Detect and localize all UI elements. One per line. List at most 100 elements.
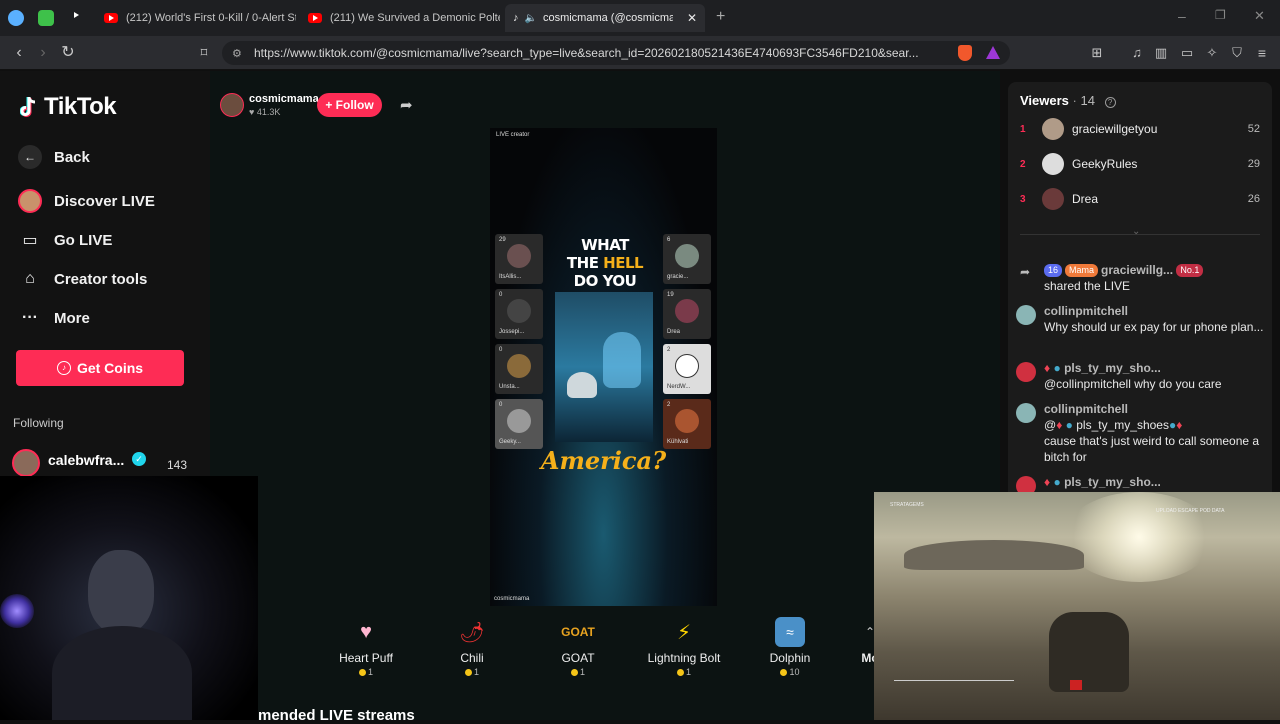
viewer-row[interactable]: 2 GeekyRules 29 — [1020, 153, 1260, 175]
video-footer-text: America? — [540, 446, 667, 475]
headline-line-2: THE HELL — [566, 254, 644, 272]
reload-icon[interactable]: ↻ — [59, 44, 77, 62]
headline-line-1: WHAT — [581, 236, 629, 254]
new-tab-button[interactable]: + — [716, 8, 725, 26]
youtube-pin-icon[interactable] — [69, 10, 77, 28]
vpn-icon[interactable]: ⛉ — [1228, 44, 1246, 62]
youtube-icon — [308, 13, 322, 23]
recommended-heading: mended LIVE streams — [258, 707, 415, 724]
gift-item-heart-puff[interactable]: ♥ Heart Puff 1 — [321, 617, 411, 678]
viewers-header: Viewers · 14 ? — [1020, 93, 1116, 108]
goat-icon: GOAT — [561, 625, 595, 639]
viewers-chat-panel: Viewers · 14 ? 1 graciewillgetyou 52 2 Geek… — [1008, 82, 1272, 502]
globe-icon: ● — [1053, 475, 1061, 489]
creator-name[interactable]: cosmicmama — [249, 93, 319, 105]
gift-item-goat[interactable]: GOAT GOAT 1 — [533, 617, 623, 677]
objective-label: UPLOAD ESCAPE POD DATA — [1156, 508, 1225, 514]
tab-tiktok[interactable]: ♪ 🔈 cosmicmama (@cosmicma ✕ — [505, 4, 705, 32]
restore-icon[interactable]: ❐ — [1215, 8, 1226, 22]
sidebar-item-creator-tools[interactable]: ⌂ Creator tools — [18, 267, 147, 291]
brave-shield-icon[interactable] — [958, 45, 972, 61]
guest-tile[interactable]: 2 Kühlvati — [663, 399, 711, 449]
sidebar-item-label: Go LIVE — [54, 231, 113, 249]
globe-icon: ● — [1065, 418, 1073, 432]
close-tab-icon[interactable]: ✕ — [687, 11, 697, 25]
guest-tile[interactable]: 29 ItsAllis... — [495, 234, 543, 284]
play-icon[interactable] — [38, 10, 54, 26]
share-icon: ➦ — [1020, 265, 1031, 279]
info-icon[interactable]: ? — [1104, 97, 1116, 108]
gift-item-dolphin[interactable]: ≈ Dolphin 10 — [745, 617, 835, 677]
bookmark-icon[interactable]: ⌑ — [195, 44, 213, 62]
guest-tile[interactable]: 0 Jossepi... — [495, 289, 543, 339]
viewer-row[interactable]: 3 Drea 26 — [1020, 188, 1260, 210]
site-settings-icon[interactable]: ⚙ — [232, 47, 242, 60]
guest-tile[interactable]: 2 NerdW... — [663, 344, 711, 394]
sidebar-item-go-live[interactable]: ▭ Go LIVE — [18, 228, 112, 252]
stratagems-label: STRATAGEMS — [890, 502, 924, 508]
youtube-icon — [104, 13, 118, 23]
close-window-icon[interactable]: ✕ — [1254, 8, 1265, 24]
heart-icon: ♥ — [249, 107, 255, 117]
guest-tile[interactable]: 0 Unsta... — [495, 344, 543, 394]
back-label: Back — [54, 148, 90, 166]
url-text: https://www.tiktok.com/@cosmicmama/live?… — [254, 46, 919, 60]
url-bar[interactable]: ⚙ https://www.tiktok.com/@cosmicmama/liv… — [222, 41, 1010, 65]
speaker-icon: 🔈 — [524, 12, 537, 24]
menu-icon[interactable]: ≡ — [1253, 44, 1271, 62]
creator-avatar[interactable] — [220, 93, 244, 117]
forward-arrow-icon[interactable]: › — [34, 44, 52, 62]
gift-item-chili[interactable]: 🌶 Chili 1 — [427, 617, 517, 678]
viewers-title: Viewers — [1020, 93, 1069, 108]
game-capture-overlay: STRATAGEMS UPLOAD ESCAPE POD DATA — [874, 492, 1280, 720]
sidebar-item-more[interactable]: ··· More — [18, 306, 90, 330]
webcam-shoulders — [52, 626, 192, 720]
avatar[interactable] — [1016, 305, 1036, 325]
webcam-light — [0, 594, 34, 628]
rewards-icon[interactable] — [986, 46, 1000, 59]
viewer-row[interactable]: 1 graciewillgetyou 52 — [1020, 118, 1260, 140]
chevron-down-icon[interactable]: ⌄ — [1132, 226, 1140, 237]
logo-text: TikTok — [44, 93, 117, 120]
gift-name: GOAT — [561, 651, 595, 665]
back-arrow-icon: ← — [18, 145, 42, 169]
follow-button[interactable]: + Follow — [317, 93, 382, 117]
tab-youtube-2[interactable]: (211) We Survived a Demonic Polterg — [300, 4, 500, 32]
get-coins-button[interactable]: ♪ Get Coins — [16, 350, 184, 386]
wallet-icon[interactable]: ▭ — [1178, 44, 1196, 62]
discover-live-avatar-icon — [18, 189, 42, 213]
leo-icon[interactable]: ✧ — [1203, 44, 1221, 62]
game-sun-glow — [1064, 492, 1214, 582]
gift-item-lightning-bolt[interactable]: ⚡ Lightning Bolt 1 — [639, 617, 729, 678]
game-rock-left — [904, 540, 1084, 570]
tab-youtube-1[interactable]: (212) World's First 0-Kill / 0-Alert Ste — [96, 4, 296, 32]
guest-tile[interactable]: 0 Geeky... — [495, 399, 543, 449]
back-button[interactable]: ← Back — [18, 145, 90, 169]
sidebar-icon[interactable]: ▥ — [1152, 44, 1170, 62]
media-icon[interactable]: ♫ — [1128, 44, 1146, 62]
extensions-icon[interactable]: ⊞ — [1088, 44, 1106, 62]
tiktok-logo[interactable]: TikTok — [19, 93, 117, 121]
sidebar-item-discover-live[interactable]: Discover LIVE — [18, 189, 155, 213]
following-viewer-count: 143 — [167, 458, 188, 472]
emoji-icon: ♦ — [1044, 475, 1051, 489]
gift-name: Lightning Bolt — [647, 651, 721, 665]
avatar[interactable] — [1016, 403, 1036, 423]
verified-icon: ✓ — [132, 452, 146, 466]
ghost-cat-figure — [603, 332, 641, 388]
avatar[interactable] — [1016, 362, 1036, 382]
back-arrow-icon[interactable]: ‹ — [10, 44, 28, 62]
live-video[interactable]: LIVE creator WHAT THE HELL DO YOU WANT, … — [490, 128, 717, 606]
guest-tile[interactable]: 19 Drea — [663, 289, 711, 339]
share-icon[interactable]: ➦ — [400, 96, 413, 114]
address-toolbar: ‹ › ↻ ⌑ ⚙ https://www.tiktok.com/@cosmic… — [0, 36, 1280, 70]
dolphin-icon: ≈ — [775, 617, 805, 647]
live-creator-label: LIVE creator — [496, 132, 530, 138]
avatar — [12, 449, 40, 477]
emoji-icon: ♦ — [1044, 361, 1051, 375]
minimize-icon[interactable]: – — [1178, 8, 1186, 24]
browser-tab-bar: (212) World's First 0-Kill / 0-Alert Ste… — [0, 0, 1280, 36]
following-user-row[interactable]: calebwfra... ✓ 143 — [12, 449, 200, 477]
browser-logo-icon[interactable] — [8, 10, 24, 26]
guest-tile[interactable]: 6 gracie... — [663, 234, 711, 284]
